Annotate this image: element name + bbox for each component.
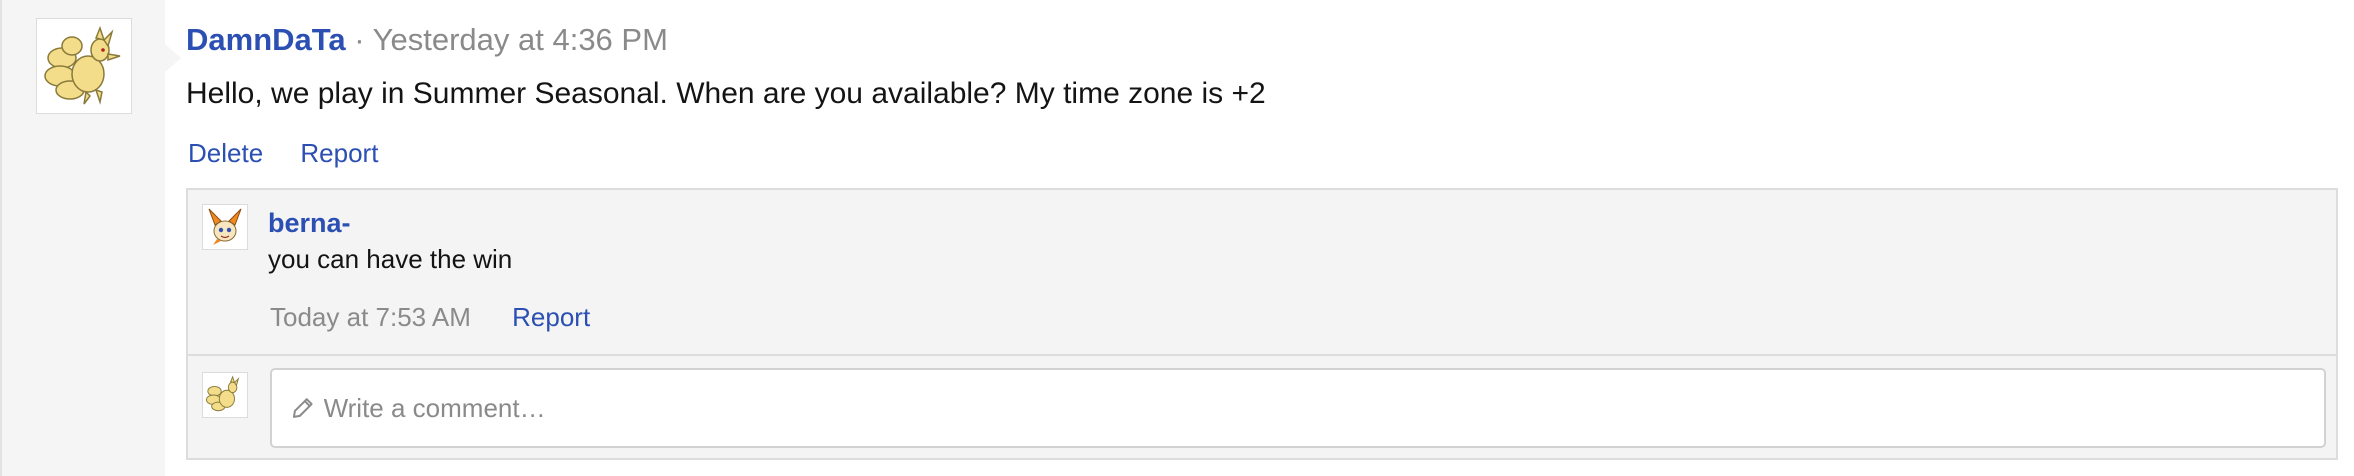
header-separator: · — [354, 22, 365, 57]
report-link[interactable]: Report — [300, 138, 378, 168]
pencil-icon — [292, 398, 313, 418]
fox-icon — [205, 375, 240, 412]
delete-link[interactable]: Delete — [188, 138, 263, 168]
fox-icon — [44, 25, 121, 105]
victini-avatar[interactable] — [202, 204, 248, 250]
bubble-pointer — [165, 44, 181, 72]
comment-report-link[interactable]: Report — [512, 302, 590, 332]
post-author-link[interactable]: DamnDaTa — [186, 22, 346, 57]
ninetales-avatar[interactable] — [36, 18, 132, 114]
comment-input[interactable] — [323, 392, 2324, 424]
current-user-avatar — [202, 372, 248, 418]
post-timestamp[interactable]: Yesterday at 4:36 PM — [373, 22, 668, 57]
comment-author-link[interactable]: berna- — [268, 206, 351, 240]
comment-input-wrapper[interactable] — [270, 368, 2326, 448]
comment-meta: Today at 7:53 AM Report — [270, 300, 590, 334]
reply-row — [188, 358, 2336, 462]
comment-text: you can have the win — [268, 244, 513, 274]
post-body: Hello, we play in Summer Seasonal. When … — [186, 77, 1266, 110]
post-header: DamnDaTa · Yesterday at 4:36 PM — [186, 20, 668, 60]
post-actions: Delete Report — [188, 136, 378, 170]
victini-icon — [208, 208, 242, 245]
comment-timestamp[interactable]: Today at 7:53 AM — [270, 302, 471, 332]
comments-panel: berna- you can have the win Today at 7:5… — [186, 188, 2338, 460]
comment-item: berna- you can have the win Today at 7:5… — [188, 190, 2336, 356]
